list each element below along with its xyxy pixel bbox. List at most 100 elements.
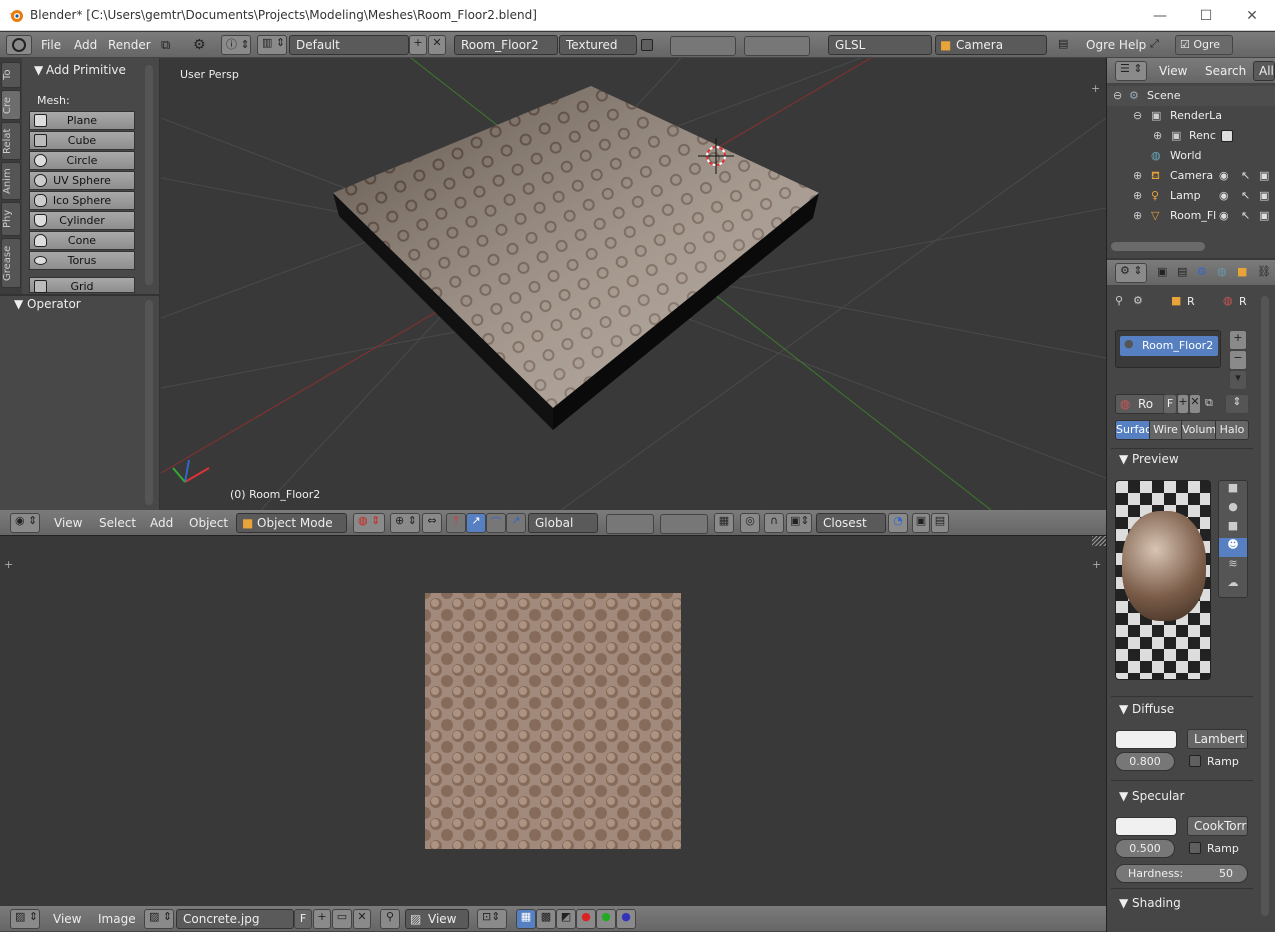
preview-cube-button[interactable]: ■	[1219, 519, 1247, 538]
ogre-toggle[interactable]: ☑ Ogre	[1175, 35, 1233, 55]
tab-volume[interactable]: Volum	[1181, 421, 1216, 439]
pivot-image-button[interactable]: ⊡⇕	[477, 909, 507, 929]
display-color-alpha-button[interactable]: ▦	[516, 909, 536, 929]
outliner-scrollbar[interactable]	[1111, 242, 1205, 251]
engine-icon[interactable]: ⚙	[193, 37, 206, 53]
link-type-select[interactable]: ⇕	[1225, 394, 1249, 414]
open-image-button[interactable]: ▭	[332, 909, 352, 929]
add-layout-button[interactable]: +	[409, 35, 427, 55]
widget-extra-button[interactable]: ↗	[506, 513, 526, 533]
tool-shelf-scrollbar[interactable]	[145, 65, 153, 285]
menu-render[interactable]: Render	[108, 38, 151, 52]
3d-viewport[interactable]: User Persp (0) Room_Floor2 +	[161, 58, 1106, 510]
menu-view[interactable]: View	[54, 516, 82, 530]
expand-icon[interactable]: ⊕	[1153, 126, 1162, 146]
cursor-icon[interactable]: ↖	[1241, 166, 1250, 186]
outliner-row-world[interactable]: ◍ World	[1107, 146, 1275, 166]
operator-collapse-icon[interactable]: ▼	[14, 297, 23, 311]
slot-specials-button[interactable]: ▾	[1229, 370, 1247, 390]
pivot-button[interactable]: ⊕ ⇕	[390, 513, 420, 533]
tools-toggle-icon[interactable]: +	[4, 558, 13, 571]
eye-icon[interactable]: ◉	[1219, 206, 1229, 226]
ogre-help-menu[interactable]: Ogre Help	[1086, 38, 1146, 52]
circle-button[interactable]: Circle	[29, 151, 135, 170]
camera-field[interactable]: ■ Camera	[935, 35, 1047, 55]
material-slot-row[interactable]: ● Room_Floor2	[1120, 336, 1218, 356]
channel-red-button[interactable]: ●	[576, 909, 596, 929]
proportional-edit-button[interactable]: ◎	[740, 513, 760, 533]
properties-toggle-icon[interactable]: +	[1091, 82, 1100, 95]
fake-user-button[interactable]: F	[294, 909, 312, 929]
outliner-menu-search[interactable]: Search	[1205, 64, 1246, 78]
cursor-icon[interactable]: ↖	[1241, 186, 1250, 206]
snap-target-select[interactable]: Closest	[816, 513, 886, 533]
hardness-field[interactable]: Hardness: 50	[1115, 864, 1248, 883]
preview-hair-button[interactable]: ≋	[1219, 557, 1247, 576]
outliner-row-renderlayer[interactable]: ⊕ ▣ Renc	[1107, 126, 1275, 146]
plane-button[interactable]: Plane	[29, 111, 135, 130]
preview-collapse-icon[interactable]: ▼	[1119, 452, 1128, 466]
render-anim-button[interactable]: ▤	[931, 513, 949, 533]
mode-select[interactable]: ■ Object Mode	[236, 513, 347, 533]
outliner-menu-view[interactable]: View	[1159, 64, 1187, 78]
object-context-icon[interactable]: ■	[1237, 265, 1247, 278]
panel-collapse-icon[interactable]: ▼	[34, 63, 43, 77]
tab-wire[interactable]: Wire	[1149, 421, 1182, 439]
menu-file[interactable]: File	[41, 38, 61, 52]
specular-intensity-slider[interactable]: 0.500	[1115, 839, 1175, 858]
expand-icon[interactable]: ⊕	[1133, 186, 1142, 206]
list-icon[interactable]: ▤	[1058, 37, 1068, 50]
tab-animation[interactable]: Anim	[1, 162, 21, 200]
lock-layer-button[interactable]: ▦	[714, 513, 734, 533]
fake-user-toggle[interactable]: F	[1163, 394, 1177, 414]
eye-icon[interactable]: ◉	[1219, 186, 1229, 206]
tab-halo[interactable]: Halo	[1215, 421, 1248, 439]
link-data-icon[interactable]: ⧉	[1205, 396, 1213, 410]
scene-field[interactable]: Room_Floor2	[454, 35, 558, 55]
layers-2[interactable]	[660, 514, 708, 534]
outliner-row-scene[interactable]: ⊖ ⚙ Scene	[1107, 86, 1275, 106]
scene-context-icon[interactable]: ⚙	[1197, 265, 1207, 278]
minimize-button[interactable]: —	[1137, 0, 1183, 31]
ico-sphere-button[interactable]: Ico Sphere	[29, 191, 135, 210]
properties-scrollbar[interactable]	[1261, 296, 1269, 916]
diffuse-collapse-icon[interactable]: ▼	[1119, 702, 1128, 716]
editor-type-3d-button[interactable]: ◉ ⇕	[10, 513, 40, 533]
render-engine-select[interactable]: GLSL	[828, 35, 932, 55]
cone-button[interactable]: Cone	[29, 231, 135, 250]
tab-relations[interactable]: Relat	[1, 122, 21, 160]
editor-type-outliner-button[interactable]: ☰ ⇕	[1115, 61, 1147, 81]
layers-context-icon[interactable]: ▤	[1177, 265, 1187, 278]
render-window-icon[interactable]: ⧉	[161, 38, 170, 53]
remove-slot-button[interactable]: −	[1229, 350, 1247, 370]
new-image-button[interactable]: +	[313, 909, 331, 929]
constraint-context-icon[interactable]: ⛓	[1257, 265, 1271, 278]
area-split-handle[interactable]	[1092, 536, 1106, 546]
screen-layout-field[interactable]: Default	[289, 35, 409, 55]
editor-type-properties-button[interactable]: ⚙ ⇕	[1115, 263, 1147, 283]
grid-button[interactable]: Grid	[29, 277, 135, 293]
snap-element-button[interactable]: ▣⇕	[786, 513, 812, 533]
image-editor[interactable]: + +	[0, 536, 1106, 906]
torus-button[interactable]: Torus	[29, 251, 135, 270]
render-icon[interactable]: ▣	[1259, 186, 1269, 206]
area-divider-horizontal[interactable]	[0, 535, 1106, 536]
view-mode-select[interactable]: ▨ View	[405, 909, 469, 929]
editor-type-info-button[interactable]	[6, 35, 32, 55]
close-button[interactable]: ✕	[1229, 0, 1275, 31]
remove-layout-button[interactable]: ✕	[428, 35, 446, 55]
tab-tools[interactable]: To	[1, 62, 21, 88]
image-name-field[interactable]: Concrete.jpg	[176, 909, 294, 929]
area-divider-vertical[interactable]	[1106, 58, 1107, 932]
screen-layout-icon-button[interactable]: ▥ ⇕	[257, 35, 287, 55]
expand-icon[interactable]: ⊕	[1133, 206, 1142, 226]
cylinder-button[interactable]: Cylinder	[29, 211, 135, 230]
translate-widget-button[interactable]: ⤒	[446, 513, 466, 533]
manipulator-toggle[interactable]: ⇔	[422, 513, 442, 533]
shade-checkbox[interactable]	[641, 39, 653, 51]
outliner-display-select[interactable]: All	[1253, 61, 1275, 81]
render-still-button[interactable]: ▣	[912, 513, 930, 533]
tab-surface[interactable]: Surfac	[1116, 421, 1151, 439]
viewport-shading-button[interactable]: ◍ ⇕	[353, 513, 385, 533]
world-context-icon[interactable]: ◍	[1217, 265, 1227, 278]
